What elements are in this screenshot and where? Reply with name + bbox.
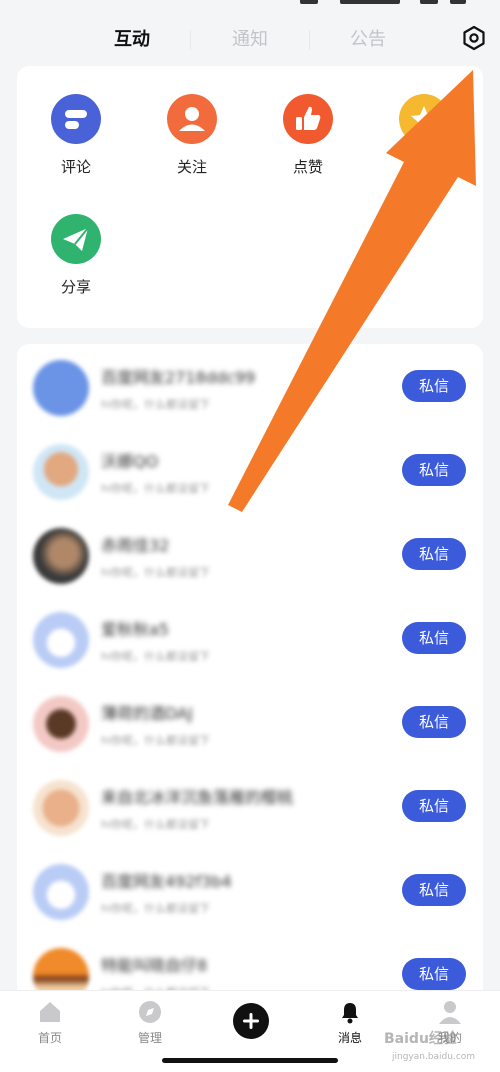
avatar[interactable] — [33, 696, 89, 752]
thumbs-up-icon — [283, 94, 333, 144]
message-button[interactable]: 私信 — [402, 958, 466, 990]
user-name[interactable]: 沃娜QO — [101, 448, 158, 472]
list-item[interactable]: 赤雨佳32 hi你呢，什么都没留下 私信 — [17, 512, 483, 596]
baidu-watermark-url: jingyan.baidu.com — [392, 1052, 476, 1062]
user-name[interactable]: 特能叫晓自仔8 — [101, 952, 207, 976]
message-button[interactable]: 私信 — [402, 790, 466, 822]
user-bio: hi你呢，什么都没留下 — [101, 482, 211, 495]
message-button[interactable]: 私信 — [402, 706, 466, 738]
nav-label: 首页 — [37, 1031, 62, 1045]
compass-icon — [137, 999, 163, 1025]
user-name[interactable]: 来自北冰洋沉鱼落雁的樱桃 — [101, 784, 293, 808]
category-label: 关注 — [176, 158, 207, 176]
tab-announcement[interactable]: 公告 — [328, 18, 408, 62]
tab-interaction[interactable]: 互动 — [92, 18, 172, 62]
nav-home[interactable]: 首页 — [10, 999, 90, 1046]
user-icon — [437, 999, 463, 1025]
message-button[interactable]: 私信 — [402, 538, 466, 570]
gear-icon — [463, 25, 485, 51]
category-follow[interactable]: 关注 — [147, 94, 237, 177]
category-label: 评论 — [60, 158, 91, 176]
avatar[interactable] — [33, 780, 89, 836]
category-like[interactable]: 点赞 — [263, 94, 353, 177]
nav-messages[interactable]: 消息 — [310, 999, 390, 1046]
tab-divider — [309, 30, 310, 50]
interaction-categories-card: 评论 关注 点赞 藏 分享 — [17, 66, 483, 328]
category-label: 藏 — [428, 158, 444, 176]
avatar[interactable] — [33, 528, 89, 584]
message-button[interactable]: 私信 — [402, 370, 466, 402]
publish-button[interactable] — [233, 1003, 269, 1039]
user-name[interactable]: 百度网友2718ddc99 — [101, 364, 255, 388]
category-share[interactable]: 分享 — [31, 214, 121, 297]
user-bio: hi你呢，什么都没留下 — [101, 566, 211, 579]
send-icon — [51, 214, 101, 264]
user-bio: hi你呢，什么都没留下 — [101, 734, 211, 747]
bell-icon — [337, 999, 363, 1025]
user-name[interactable]: 百度网友492f3b4 — [101, 868, 232, 892]
message-button[interactable]: 私信 — [402, 622, 466, 654]
user-name[interactable]: 薄荷的酒DAJ — [101, 700, 193, 724]
list-item[interactable]: 沃娜QO hi你呢，什么都没留下 私信 — [17, 428, 483, 512]
user-name[interactable]: 赤雨佳32 — [101, 532, 169, 556]
settings-button[interactable] — [460, 24, 488, 52]
plus-icon — [243, 1013, 259, 1029]
nav-label: 管理 — [137, 1031, 162, 1045]
category-label: 分享 — [60, 278, 91, 296]
nav-label: 消息 — [337, 1031, 362, 1045]
followers-list: 百度网友2718ddc99 hi你呢，什么都没留下 私信 沃娜QO hi你呢，什… — [17, 344, 483, 1004]
home-indicator — [162, 1058, 338, 1063]
category-collect[interactable]: 藏 — [379, 94, 469, 177]
category-label: 点赞 — [292, 158, 323, 176]
comment-icon — [51, 94, 101, 144]
person-icon — [167, 94, 217, 144]
user-bio: hi你呢，什么都没留下 — [101, 902, 211, 915]
tab-divider — [190, 30, 191, 50]
list-item[interactable]: 百度网友2718ddc99 hi你呢，什么都没留下 私信 — [17, 344, 483, 428]
list-item[interactable]: 薄荷的酒DAJ hi你呢，什么都没留下 私信 — [17, 680, 483, 764]
list-item[interactable]: 爱秋秋a5 hi你呢，什么都没留下 私信 — [17, 596, 483, 680]
list-item[interactable]: 来自北冰洋沉鱼落雁的樱桃 hi你呢，什么都没留下 私信 — [17, 764, 483, 848]
star-icon — [399, 94, 449, 144]
avatar[interactable] — [33, 612, 89, 668]
user-bio: hi你呢，什么都没留下 — [101, 398, 211, 411]
avatar[interactable] — [33, 864, 89, 920]
user-bio: hi你呢，什么都没留下 — [101, 818, 211, 831]
message-button[interactable]: 私信 — [402, 874, 466, 906]
user-bio: hi你呢，什么都没留下 — [101, 650, 211, 663]
nav-manage[interactable]: 管理 — [110, 999, 190, 1046]
list-item[interactable]: 百度网友492f3b4 hi你呢，什么都没留下 私信 — [17, 848, 483, 932]
home-icon — [37, 999, 63, 1025]
tab-notification[interactable]: 通知 — [210, 18, 290, 62]
baidu-watermark: Baidu经验 — [384, 1031, 457, 1047]
avatar[interactable] — [33, 444, 89, 500]
avatar[interactable] — [33, 360, 89, 416]
message-button[interactable]: 私信 — [402, 454, 466, 486]
top-tab-bar: 互动 通知 公告 — [0, 18, 500, 62]
user-name[interactable]: 爱秋秋a5 — [101, 616, 169, 640]
category-comment[interactable]: 评论 — [31, 94, 121, 177]
status-bar — [0, 0, 500, 10]
